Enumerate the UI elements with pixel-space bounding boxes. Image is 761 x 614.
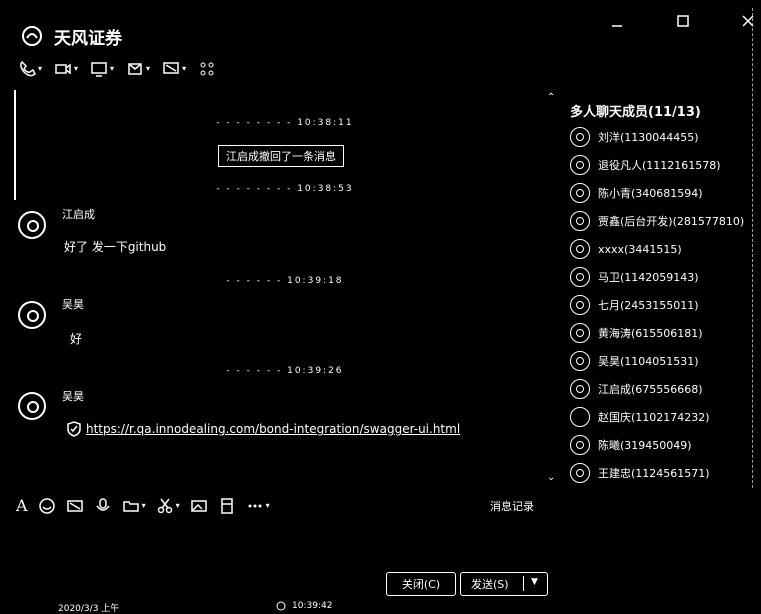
member-name: 赵国庆(1102174232)	[598, 411, 710, 424]
scroll-down-icon[interactable]: ⌄	[547, 472, 555, 483]
sender-name: 吴昊	[62, 298, 84, 311]
member-avatar-icon	[570, 267, 590, 287]
member-item[interactable]: 江启成(675556668)	[570, 378, 703, 400]
member-name: 刘洋(1130044455)	[598, 131, 699, 144]
member-item[interactable]: 陈小青(340681594)	[570, 182, 703, 204]
send-button[interactable]: 发送(S) ▼	[460, 572, 548, 596]
member-avatar-icon	[570, 239, 590, 259]
member-name: 吴昊(1104051531)	[598, 355, 699, 368]
member-item[interactable]: 陈曦(319450049)	[570, 434, 692, 456]
message-history-link[interactable]: 消息记录	[490, 498, 534, 514]
member-name: 退役凡人(1112161578)	[598, 159, 721, 172]
member-name: xxxx(3441515)	[598, 242, 682, 256]
message-link[interactable]: https://r.qa.innodealing.com/bond-integr…	[86, 422, 460, 436]
status-time: 10:39:42	[292, 601, 333, 611]
sender-name: 江启成	[62, 208, 95, 221]
remote-assist-icon[interactable]: ▾	[162, 60, 186, 78]
more-apps-icon[interactable]	[198, 60, 216, 78]
gif-icon[interactable]	[66, 497, 84, 515]
member-item[interactable]: 退役凡人(1112161578)	[570, 154, 721, 176]
member-item[interactable]: 王建忠(1124561571)	[570, 462, 710, 484]
member-name: 贾鑫(后台开发)(281577810)	[598, 215, 745, 228]
send-button-label: 发送(S)	[471, 578, 509, 591]
window-edge-right	[752, 8, 755, 488]
member-name: 王建忠(1124561571)	[598, 467, 710, 480]
user-avatar-icon[interactable]	[18, 301, 46, 329]
members-title: 多人聊天成员(11/13)	[570, 105, 701, 120]
member-item[interactable]: 赵国庆(1102174232)	[570, 406, 710, 428]
member-avatar-icon	[570, 323, 590, 343]
message-timestamp: - - - - - - - - 10:38:11	[216, 118, 354, 128]
screen-share-icon[interactable]: ▾	[90, 60, 114, 78]
message-timestamp: - - - - - - 10:39:26	[226, 366, 344, 376]
member-avatar-icon	[570, 379, 590, 399]
input-toolbar: A ▾ ▾ ▾	[16, 496, 270, 515]
member-avatar-icon	[570, 463, 590, 483]
red-packet-icon[interactable]	[218, 497, 236, 515]
message-timestamp: - - - - - - 10:39:18	[226, 276, 344, 286]
window-controls	[610, 14, 755, 34]
clock-icon	[276, 600, 286, 614]
link-message: https://r.qa.innodealing.com/bond-integr…	[66, 421, 460, 437]
font-icon[interactable]: A	[16, 496, 28, 515]
video-call-icon[interactable]: ▾	[54, 60, 78, 78]
app-logo-icon	[20, 24, 44, 48]
member-name: 陈曦(319450049)	[598, 439, 692, 452]
message-timestamp: - - - - - - - - 10:38:53	[216, 184, 354, 194]
maximize-icon[interactable]	[676, 14, 690, 34]
member-avatar-icon	[570, 183, 590, 203]
chat-panel-edge	[14, 90, 16, 200]
emoji-icon[interactable]	[38, 497, 56, 515]
member-name: 黄海涛(615506181)	[598, 327, 703, 340]
minimize-icon[interactable]	[610, 14, 624, 34]
member-item[interactable]: 黄海涛(615506181)	[570, 322, 703, 344]
file-transfer-icon[interactable]: ▾	[126, 60, 150, 78]
member-item[interactable]: 七月(2453155011)	[570, 294, 699, 316]
member-item[interactable]: 吴昊(1104051531)	[570, 350, 699, 372]
scissors-icon[interactable]: ▾	[156, 497, 180, 515]
message-input[interactable]	[16, 520, 546, 570]
user-avatar-icon[interactable]	[18, 392, 46, 420]
member-item[interactable]: 刘洋(1130044455)	[570, 126, 699, 148]
member-item[interactable]: xxxx(3441515)	[570, 238, 682, 260]
window-title: 天风证券	[54, 29, 122, 49]
member-item[interactable]: 贾鑫(后台开发)(281577810)	[570, 210, 744, 232]
top-toolbar: ▾ ▾ ▾ ▾ ▾	[18, 60, 216, 78]
close-button[interactable]: 关闭(C)	[386, 572, 456, 596]
member-avatar-icon	[570, 295, 590, 315]
member-avatar-icon	[570, 435, 590, 455]
message-text: 好了 发一下github	[64, 240, 167, 254]
member-name: 陈小青(340681594)	[598, 187, 703, 200]
member-avatar-icon	[570, 127, 590, 147]
system-notice: 江启成撤回了一条消息	[218, 145, 344, 167]
member-avatar-icon	[570, 211, 590, 231]
folder-icon[interactable]: ▾	[122, 497, 146, 515]
voice-icon[interactable]	[94, 497, 112, 515]
member-avatar-icon	[570, 407, 590, 427]
member-avatar-icon	[570, 155, 590, 175]
shield-icon	[66, 421, 82, 437]
more-icon[interactable]: ▾	[246, 497, 270, 515]
member-name: 七月(2453155011)	[598, 299, 699, 312]
phone-icon[interactable]: ▾	[18, 60, 42, 78]
image-icon[interactable]	[190, 497, 208, 515]
member-name: 江启成(675556668)	[598, 383, 703, 396]
sender-name: 吴昊	[62, 390, 84, 403]
collapse-members-icon[interactable]: ⌃	[547, 92, 555, 103]
member-avatar-icon	[570, 351, 590, 371]
chevron-down-icon[interactable]: ▼	[531, 577, 538, 587]
message-text: 好	[70, 332, 83, 346]
close-button-label: 关闭(C)	[401, 578, 441, 591]
send-options-divider	[523, 576, 524, 591]
system-notice-text: 江启成撤回了一条消息	[226, 150, 336, 163]
user-avatar-icon[interactable]	[18, 211, 46, 239]
status-left: 2020/3/3 上午	[58, 604, 120, 614]
member-item[interactable]: 马卫(1142059143)	[570, 266, 699, 288]
member-name: 马卫(1142059143)	[598, 271, 699, 284]
